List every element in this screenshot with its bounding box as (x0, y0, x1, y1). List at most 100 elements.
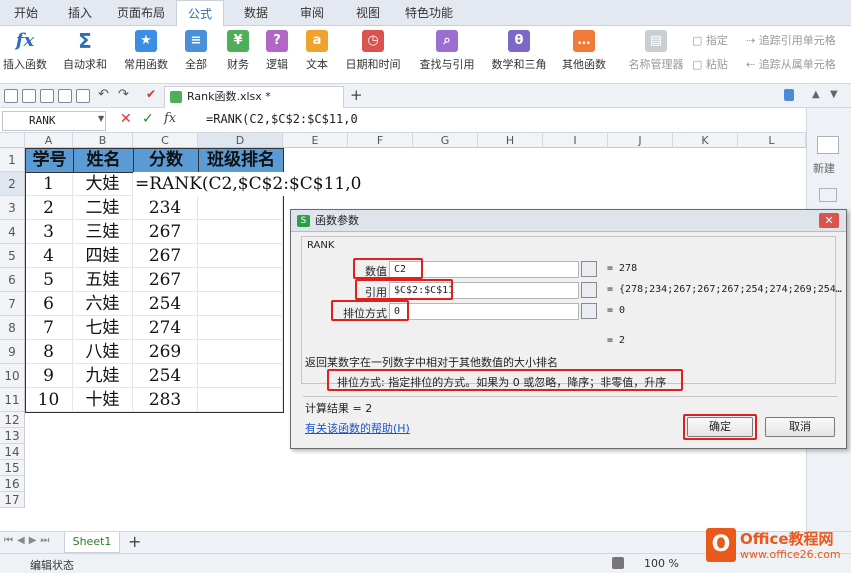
format-painter-icon[interactable]: ✔ (146, 87, 156, 101)
close-icon[interactable]: ✕ (819, 213, 839, 228)
table-cell[interactable]: 1 (25, 172, 73, 196)
row-header[interactable]: 17 (0, 492, 25, 508)
finance-button[interactable]: ¥ 财务 (218, 30, 258, 80)
collapse-dialog-icon[interactable] (581, 261, 597, 277)
table-cell[interactable]: 269 (133, 340, 198, 364)
name-manager-button[interactable]: ▤ 名称管理器 (626, 30, 686, 80)
table-cell[interactable]: 九娃 (73, 364, 133, 388)
cancel-icon[interactable]: ✕ (120, 111, 132, 127)
cancel-button[interactable]: 取消 (765, 417, 835, 437)
tab-review[interactable]: 审阅 (292, 0, 332, 26)
select-all-corner[interactable] (0, 133, 25, 148)
table-cell[interactable] (198, 268, 283, 292)
tab-insert[interactable]: 插入 (60, 0, 100, 26)
col-header[interactable]: L (738, 133, 806, 148)
table-cell[interactable] (198, 196, 283, 220)
col-header[interactable]: D (198, 133, 283, 148)
row-header[interactable]: 9 (0, 340, 25, 364)
document-tab[interactable]: Rank函数.xlsx * (164, 86, 344, 108)
table-cell[interactable]: 7 (25, 316, 73, 340)
table-cell[interactable]: 六娃 (73, 292, 133, 316)
save-icon[interactable] (22, 89, 36, 103)
chevron-down-icon[interactable]: ▼ (830, 89, 838, 100)
row-header[interactable]: 16 (0, 476, 25, 492)
trace-precedents-button[interactable]: ⇢ 追踪引用单元格 (746, 32, 836, 48)
zoom-level[interactable]: 100 % (644, 557, 679, 570)
table-cell[interactable]: 267 (133, 220, 198, 244)
arg-input-order[interactable]: 0 (389, 303, 579, 320)
tab-formulas[interactable]: 公式 (176, 0, 224, 27)
table-cell[interactable]: 八娃 (73, 340, 133, 364)
collapse-dialog-icon[interactable] (581, 303, 597, 319)
row-header[interactable]: 3 (0, 196, 25, 220)
table-header-cell[interactable]: 学号 (25, 148, 74, 173)
tab-page-layout[interactable]: 页面布局 (112, 0, 170, 26)
other-functions-button[interactable]: … 其他函数 (556, 30, 612, 80)
open-icon[interactable] (4, 89, 18, 103)
table-cell[interactable]: 三娃 (73, 220, 133, 244)
table-cell[interactable]: 267 (133, 268, 198, 292)
chevron-up-icon[interactable]: ▲ (812, 89, 820, 100)
print-icon[interactable] (58, 89, 72, 103)
row-header[interactable]: 15 (0, 460, 25, 476)
common-functions-button[interactable]: ★ 常用函数 (118, 30, 174, 80)
pane-tool-icon[interactable] (819, 188, 837, 202)
new-tab-icon[interactable]: + (350, 86, 363, 104)
col-header[interactable]: G (413, 133, 478, 148)
lookup-button[interactable]: ⌕ 查找与引用 (412, 30, 482, 80)
table-cell[interactable]: 4 (25, 244, 73, 268)
col-header[interactable]: C (133, 133, 198, 148)
table-cell[interactable]: 五娃 (73, 268, 133, 292)
table-cell[interactable]: 283 (133, 388, 198, 412)
view-icon[interactable] (612, 557, 624, 569)
table-cell[interactable]: 四娃 (73, 244, 133, 268)
table-cell[interactable] (198, 244, 283, 268)
table-cell[interactable] (198, 316, 283, 340)
col-header[interactable]: H (478, 133, 543, 148)
insert-function-button[interactable]: fx 插入函数 (2, 30, 48, 80)
name-box-dropdown-icon[interactable]: ▼ (98, 114, 104, 123)
autosum-button[interactable]: Σ 自动求和 (58, 30, 112, 80)
table-cell[interactable]: 254 (133, 292, 198, 316)
table-cell[interactable]: 234 (133, 196, 198, 220)
col-header[interactable]: B (73, 133, 133, 148)
tab-data[interactable]: 数据 (236, 0, 276, 26)
table-cell[interactable]: 十娃 (73, 388, 133, 412)
datetime-button[interactable]: ◷ 日期和时间 (338, 30, 408, 80)
table-cell[interactable]: 6 (25, 292, 73, 316)
collapse-dialog-icon[interactable] (581, 282, 597, 298)
formula-cell-editing[interactable]: =RANK(C2,$C$2:$C$11,0 (133, 172, 363, 196)
table-cell[interactable]: 10 (25, 388, 73, 412)
row-header[interactable]: 6 (0, 268, 25, 292)
row-header[interactable]: 8 (0, 316, 25, 340)
row-header[interactable]: 11 (0, 388, 25, 412)
row-header[interactable]: 10 (0, 364, 25, 388)
row-header[interactable]: 2 (0, 172, 25, 196)
table-cell[interactable]: 大娃 (73, 172, 133, 196)
tab-home[interactable]: 开始 (6, 0, 46, 26)
col-header[interactable]: I (543, 133, 608, 148)
row-header[interactable]: 12 (0, 412, 25, 428)
table-cell[interactable] (198, 292, 283, 316)
col-header[interactable]: K (673, 133, 738, 148)
tab-special[interactable]: 特色功能 (400, 0, 458, 26)
table-cell[interactable]: 二娃 (73, 196, 133, 220)
confirm-icon[interactable]: ✓ (142, 111, 154, 127)
paste-button[interactable]: ▢ 粘贴 (692, 56, 728, 72)
logic-button[interactable]: ? 逻辑 (258, 30, 296, 80)
table-cell[interactable] (198, 388, 283, 412)
new-label[interactable]: 新建 (813, 160, 835, 176)
undo-icon[interactable]: ↶ (98, 87, 109, 102)
table-cell[interactable]: 3 (25, 220, 73, 244)
table-cell[interactable]: 2 (25, 196, 73, 220)
table-cell[interactable]: 274 (133, 316, 198, 340)
formula-input[interactable]: =RANK(C2,$C$2:$C$11,0 (206, 112, 358, 126)
table-cell[interactable] (198, 340, 283, 364)
table-cell[interactable]: 254 (133, 364, 198, 388)
redo-icon[interactable]: ↷ (118, 87, 129, 102)
help-link[interactable]: 有关该函数的帮助(H) (305, 420, 410, 436)
col-header[interactable]: J (608, 133, 673, 148)
tab-view[interactable]: 视图 (348, 0, 388, 26)
export-icon[interactable] (40, 89, 54, 103)
table-cell[interactable]: 267 (133, 244, 198, 268)
